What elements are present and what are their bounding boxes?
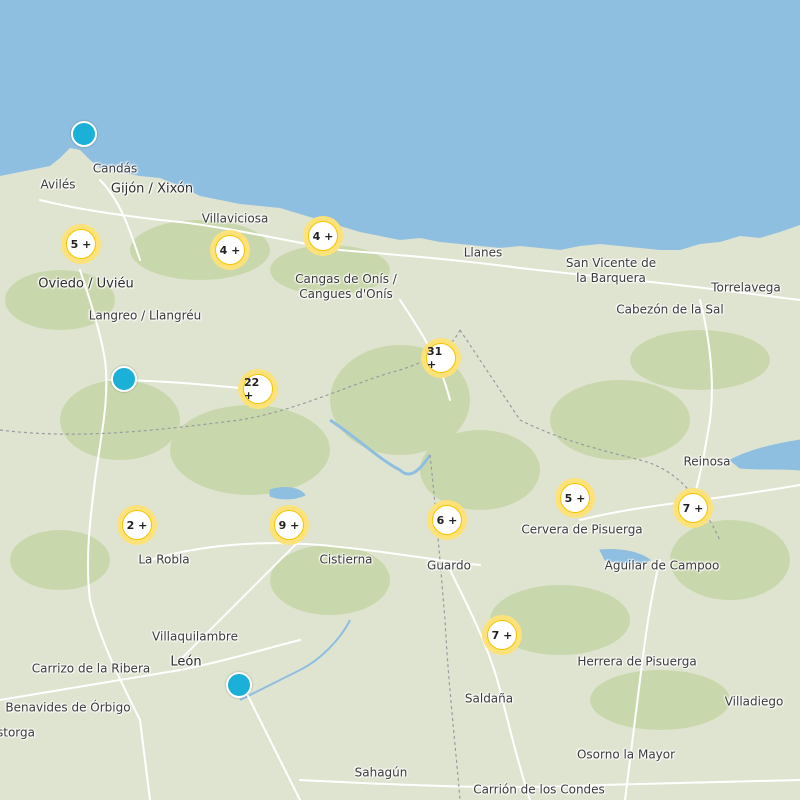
place-label-oviedo: Oviedo / Uviéu — [38, 276, 134, 292]
cluster-marker[interactable]: 7 + — [673, 488, 713, 528]
place-label-sahagun: Sahagún — [354, 765, 408, 780]
place-label-villaviciosa: Villaviciosa — [201, 211, 269, 226]
place-label-cabezon: Cabezón de la Sal — [616, 302, 724, 317]
place-label-astorga: storga — [0, 725, 35, 740]
cluster-marker[interactable]: 22 + — [238, 369, 278, 409]
cluster-count: 9 + — [274, 510, 304, 540]
place-label-aguilar: Aguilar de Campoo — [604, 558, 720, 573]
cluster-count: 4 + — [215, 235, 245, 265]
place-label-villadiego: Villadiego — [724, 694, 784, 709]
map-canvas[interactable] — [0, 0, 800, 800]
cluster-marker[interactable]: 4 + — [210, 230, 250, 270]
cluster-count: 2 + — [122, 510, 152, 540]
place-label-larobla: La Robla — [138, 552, 190, 567]
cluster-marker[interactable]: 2 + — [117, 505, 157, 545]
place-label-candas: Candás — [92, 161, 138, 176]
cluster-count: 6 + — [432, 505, 462, 535]
place-label-villaquilambre: Villaquilambre — [152, 629, 238, 644]
location-marker[interactable] — [226, 672, 252, 698]
cluster-count: 5 + — [560, 483, 590, 513]
place-label-sanvicente: San Vicente de la Barquera — [565, 256, 657, 285]
place-label-saldana: Saldaña — [464, 691, 514, 706]
place-label-carrion: Carrión de los Condes — [473, 782, 605, 797]
cluster-count: 31 + — [426, 343, 456, 373]
place-label-reinosa: Reinosa — [683, 454, 731, 469]
cluster-marker[interactable]: 7 + — [482, 615, 522, 655]
place-label-langreo: Langreo / Llangréu — [88, 308, 202, 323]
cluster-count: 7 + — [487, 620, 517, 650]
cluster-count: 7 + — [678, 493, 708, 523]
cluster-marker[interactable]: 5 + — [61, 224, 101, 264]
cluster-count: 22 + — [243, 374, 273, 404]
cluster-marker[interactable]: 31 + — [421, 338, 461, 378]
place-label-cangas: Cangas de Onís / Cangues d'Onís — [295, 272, 397, 301]
place-label-torrelavega: Torrelavega — [711, 280, 781, 295]
place-label-osorno: Osorno la Mayor — [576, 747, 676, 762]
place-label-guardo: Guardo — [427, 558, 471, 573]
place-label-cistierna: Cistierna — [319, 552, 373, 567]
place-label-carrizo: Carrizo de la Ribera — [31, 661, 151, 676]
location-marker[interactable] — [111, 366, 137, 392]
place-label-gijon: Gijón / Xixón — [110, 181, 194, 197]
cluster-marker[interactable]: 4 + — [303, 216, 343, 256]
cluster-marker[interactable]: 5 + — [555, 478, 595, 518]
place-label-benavides: Benavides de Órbigo — [5, 700, 131, 715]
cluster-count: 4 + — [308, 221, 338, 251]
cluster-count: 5 + — [66, 229, 96, 259]
place-label-llanes: Llanes — [463, 245, 503, 260]
location-marker[interactable] — [71, 121, 97, 147]
place-label-cervera: Cervera de Pisuerga — [521, 522, 643, 537]
cluster-marker[interactable]: 9 + — [269, 505, 309, 545]
place-label-aviles: Avilés — [40, 177, 76, 192]
place-label-leon: León — [170, 654, 202, 670]
cluster-marker[interactable]: 6 + — [427, 500, 467, 540]
place-label-herrera: Herrera de Pisuerga — [577, 654, 697, 669]
